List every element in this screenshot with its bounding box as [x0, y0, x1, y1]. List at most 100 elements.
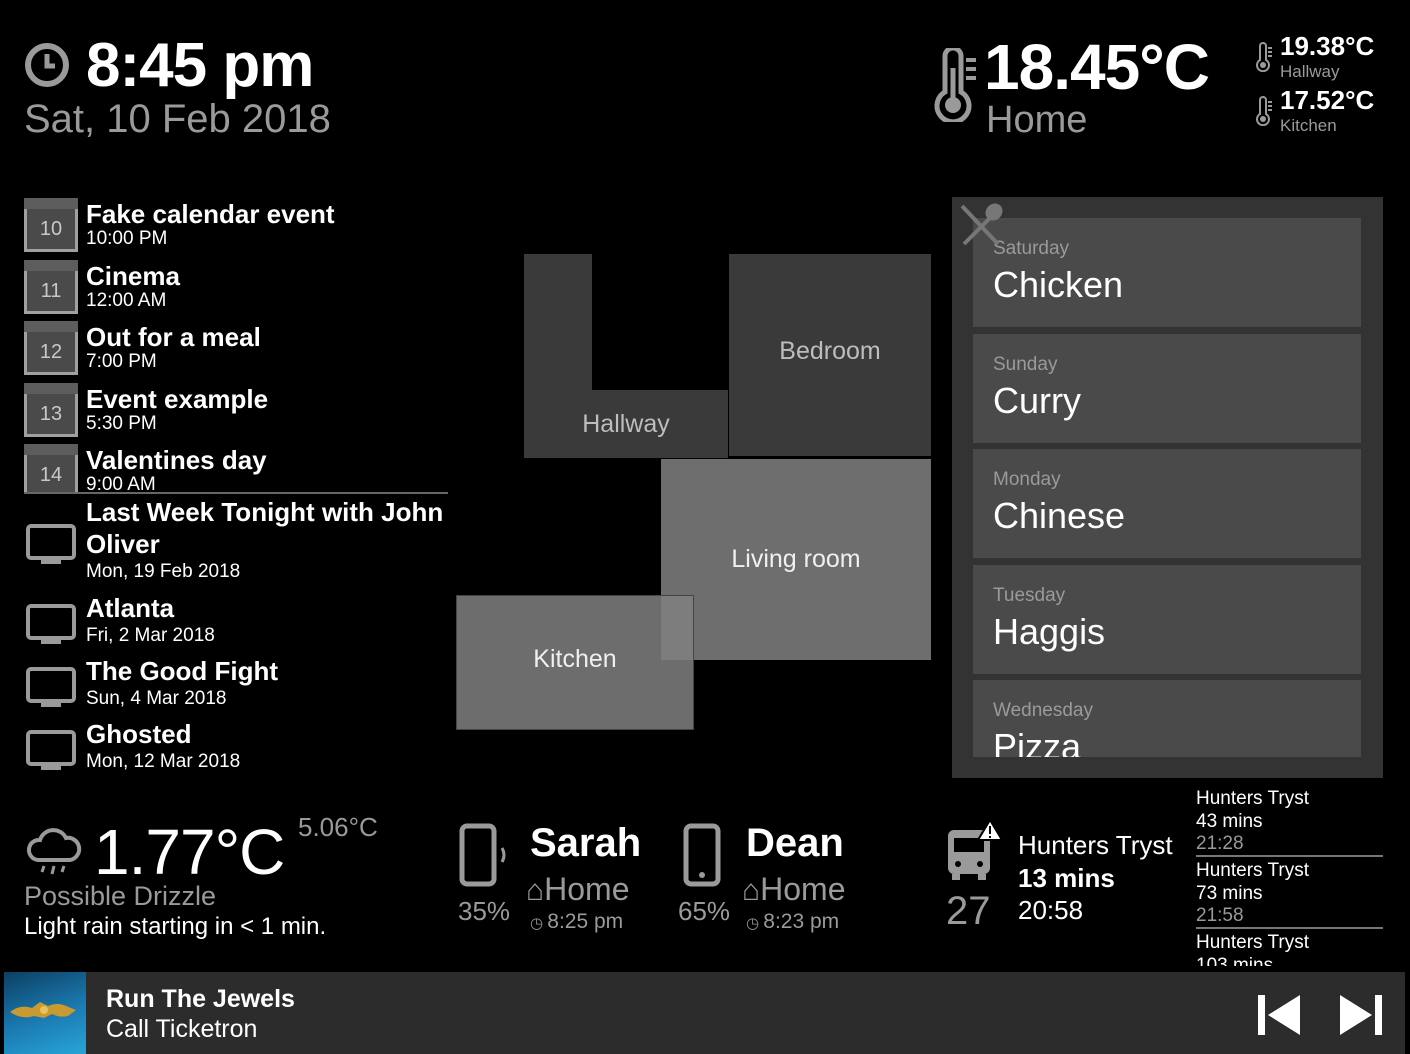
calendar-icon: 10 — [24, 198, 78, 252]
meal-name: Chinese — [993, 495, 1126, 536]
tv-show-item[interactable]: Last Week Tonight with John Oliver Mon, … — [24, 496, 454, 592]
phone-icon — [683, 823, 721, 887]
tv-icon — [26, 667, 76, 707]
room-label: Hallway — [582, 409, 670, 438]
bus-upcoming-item: Hunters Tryst 43 mins 21:28 — [1196, 787, 1383, 857]
thermometer-icon — [1256, 42, 1272, 72]
meal-card[interactable]: Saturday Chicken — [973, 218, 1361, 327]
weather-high-temperature: 5.06°C — [298, 812, 378, 842]
tv-show-item[interactable]: Atlanta Fri, 2 Mar 2018 — [24, 592, 454, 655]
sarah-last-seen: ◷ 8:25 pm — [530, 910, 624, 933]
meal-name: Curry — [993, 379, 1081, 421]
track-title: Call Ticketron — [106, 1015, 258, 1043]
calendar-item[interactable]: 10 Fake calendar event 10:00 PM — [24, 196, 448, 258]
clock-icon — [25, 43, 69, 87]
tv-icon — [26, 524, 76, 564]
thermometer-icon — [934, 48, 976, 122]
meal-day: Saturday — [993, 238, 1070, 259]
tv-show-item[interactable]: The Good Fight Sun, 4 Mar 2018 — [24, 655, 454, 718]
dean-battery: 65% — [678, 896, 731, 926]
kitchen-temperature: 17.52°C — [1280, 85, 1375, 115]
tv-schedule-list[interactable]: Last Week Tonight with John Oliver Mon, … — [24, 496, 454, 781]
tv-show-title: The Good Fight — [86, 656, 279, 686]
calendar-list[interactable]: 10 Fake calendar event 10:00 PM 11 Cinem… — [24, 196, 448, 494]
dean-last-seen: ◷ 8:23 pm — [746, 910, 840, 933]
weather-description: Light rain starting in < 1 min. — [24, 913, 327, 940]
drizzle-icon — [27, 828, 82, 875]
meal-day: Sunday — [993, 353, 1058, 375]
dean-location: ⌂Home — [742, 871, 846, 907]
meal-day: Tuesday — [993, 584, 1066, 606]
meal-card[interactable]: Wednesday Pizza — [973, 680, 1361, 757]
weather-temperature: 1.77°C — [94, 816, 285, 888]
calendar-item[interactable]: 13 Event example 5:30 PM — [24, 381, 448, 443]
hallway-temperature: 19.38°C — [1280, 31, 1375, 61]
meal-card[interactable]: Monday Chinese — [973, 449, 1361, 558]
home-temperature-label: Home — [986, 99, 1088, 141]
calendar-event-time: 9:00 AM — [86, 474, 156, 494]
calendar-event-time: 5:30 PM — [86, 412, 157, 434]
calendar-item[interactable]: 12 Out for a meal 7:00 PM — [24, 319, 448, 381]
tv-show-date: Sun, 4 Mar 2018 — [86, 688, 227, 709]
calendar-icon: 11 — [24, 259, 78, 314]
dean-name: Dean — [746, 821, 844, 865]
room-label: Bedroom — [779, 336, 881, 365]
meal-card[interactable]: Tuesday Haggis — [973, 564, 1361, 674]
phone-charging-icon — [459, 823, 506, 887]
track-artist: Run The Jewels — [106, 985, 295, 1013]
next-track-icon[interactable] — [1338, 992, 1384, 1038]
home-temperature: 18.45°C — [984, 31, 1210, 103]
home-icon: ⌂ — [526, 874, 545, 907]
tv-show-date: Mon, 19 Feb 2018 — [86, 561, 241, 582]
meal-name: Haggis — [993, 610, 1106, 652]
tv-icon — [26, 604, 76, 644]
room-living-room[interactable]: Living room — [661, 459, 931, 660]
bus-destination: Hunters Tryst — [1018, 830, 1173, 860]
calendar-event-title: Fake calendar event — [86, 199, 335, 229]
thermometer-icon — [1256, 96, 1272, 126]
cutlery-icon — [960, 203, 1003, 246]
calendar-icon: 13 — [24, 382, 78, 437]
tv-show-date: Fri, 2 Mar 2018 — [86, 625, 215, 646]
calendar-event-time: 7:00 PM — [86, 351, 157, 372]
clock-date: Sat, 10 Feb 2018 — [24, 97, 331, 141]
calendar-icon: 14 — [24, 444, 78, 492]
calendar-item[interactable]: 14 Valentines day 9:00 AM — [24, 442, 448, 494]
calendar-event-title: Event example — [86, 383, 269, 414]
home-icon: ⌂ — [742, 874, 761, 907]
sarah-battery: 35% — [458, 896, 511, 926]
meal-plan-panel[interactable]: Saturday Chicken Sunday Curry Monday Chi… — [952, 197, 1383, 778]
tv-show-item[interactable]: Ghosted Mon, 12 Mar 2018 — [24, 718, 454, 781]
calendar-item[interactable]: 11 Cinema 12:00 AM — [24, 258, 448, 320]
room-hallway[interactable]: Hallway — [524, 390, 728, 458]
meal-name: Pizza — [993, 726, 1082, 757]
tv-show-date: Mon, 12 Mar 2018 — [86, 751, 241, 772]
room-label: Kitchen — [533, 645, 617, 673]
meal-name: Chicken — [993, 264, 1124, 305]
tv-show-title: Last Week Tonight with John Oliver — [86, 497, 444, 559]
clock-icon: ◷ — [746, 915, 764, 932]
meal-card[interactable]: Sunday Curry — [973, 333, 1361, 443]
tv-show-title: Atlanta — [86, 593, 175, 623]
bus-icon — [948, 818, 1004, 880]
clock-icon: ◷ — [530, 915, 548, 932]
tv-show-title: Ghosted — [86, 719, 192, 749]
dashboard: 8:45 pm Sat, 10 Feb 2018 18.45°C Home 19… — [4, 4, 1405, 1054]
sarah-location: ⌂Home — [526, 871, 630, 907]
meal-day: Monday — [993, 469, 1061, 490]
calendar-event-time: 12:00 AM — [86, 289, 167, 311]
room-kitchen[interactable]: Kitchen — [456, 595, 694, 730]
bus-route-number: 27 — [946, 889, 991, 933]
bus-upcoming-item: Hunters Tryst 73 mins 21:58 — [1196, 859, 1383, 929]
sarah-name: Sarah — [530, 821, 642, 865]
calendar-event-time: 10:00 PM — [86, 228, 168, 249]
previous-track-icon[interactable] — [1256, 992, 1302, 1038]
hallway-temperature-label: Hallway — [1280, 62, 1340, 81]
kitchen-temperature-label: Kitchen — [1280, 116, 1337, 135]
calendar-event-title: Valentines day — [86, 445, 267, 475]
room-bedroom[interactable]: Bedroom — [729, 254, 931, 456]
bus-minutes: 13 mins — [1018, 863, 1115, 893]
bus-upcoming-list[interactable]: Hunters Tryst 43 mins 21:28 Hunters Trys… — [1196, 787, 1383, 966]
now-playing-bar[interactable]: Run The Jewels Call Ticketron — [4, 972, 1405, 1054]
weather-condition: Possible Drizzle — [24, 881, 217, 911]
